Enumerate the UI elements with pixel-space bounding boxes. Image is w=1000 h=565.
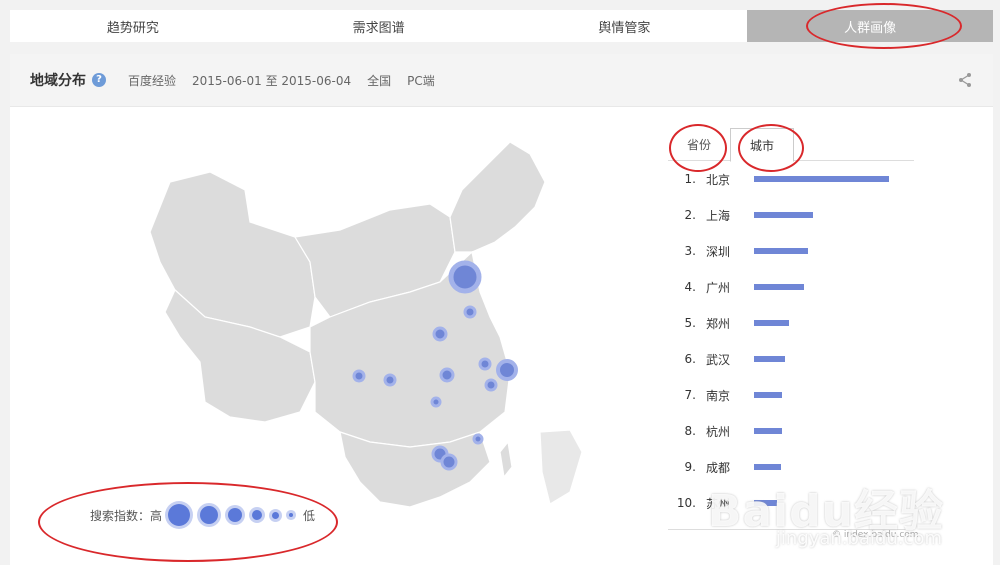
ranking-bar — [754, 356, 785, 362]
bubble-fuzhou — [472, 433, 484, 445]
legend-label: 搜索指数：高 — [90, 508, 163, 523]
city-name: 北京 — [706, 172, 731, 187]
tab-sentiment[interactable]: 舆情管家 — [502, 10, 748, 42]
ranking-row[interactable]: 4. 广州 — [668, 269, 914, 305]
top-nav: 趋势研究 需求图谱 舆情管家 人群画像 — [10, 10, 993, 42]
ranking-bar — [754, 392, 782, 398]
map-region-taiwan — [499, 440, 513, 479]
device-label: PC端 — [407, 73, 435, 88]
city-ranking-list: 1. 北京 2. 上海 3. 深圳 4. 广州 5. 郑州 6. 武汉 7. 南京 8. 杭州 9. 成都 10. 苏… — [668, 161, 914, 521]
city-name: 上海 — [706, 208, 731, 223]
rank-number: 2. — [684, 208, 696, 222]
tab-audience-profile[interactable]: 人群画像 — [747, 10, 993, 42]
rank-number: 10. — [676, 496, 696, 510]
date-range: 2015-06-01 至 2015-06-04 — [192, 73, 352, 88]
bubble-jinan — [463, 305, 477, 319]
rank-number: 8. — [684, 424, 696, 438]
bubble-wuhan — [439, 367, 455, 383]
tab-province[interactable]: 省份 — [668, 128, 730, 160]
bubble-shenzhen — [440, 453, 458, 471]
rank-number: 9. — [684, 460, 696, 474]
map-region-northeast — [449, 141, 546, 253]
ranking-bar — [754, 320, 789, 326]
city-name: 成都 — [706, 460, 731, 475]
rank-number: 3. — [684, 244, 696, 258]
legend-bubble — [200, 506, 219, 524]
ranking-row[interactable]: 1. 北京 — [668, 161, 914, 197]
rank-number: 6. — [684, 352, 696, 366]
legend-bubble — [228, 508, 243, 522]
china-map — [149, 141, 583, 508]
ranking-bar — [754, 428, 782, 434]
tab-city[interactable]: 城市 — [730, 128, 794, 162]
ranking-panel: 省份 城市 1. 北京 2. 上海 3. 深圳 4. 广州 5. 郑州 6. 武汉 7. 南京 8. 杭州 9.… — [668, 128, 914, 521]
ranking-bar — [754, 176, 889, 182]
legend-bubble — [168, 504, 191, 526]
ranking-bar — [754, 212, 813, 218]
map-inset — [539, 429, 583, 505]
bubble-shanghai — [496, 359, 518, 381]
ranking-row[interactable]: 3. 深圳 — [668, 233, 914, 269]
city-name: 广州 — [706, 280, 731, 295]
ranking-row[interactable]: 8. 杭州 — [668, 413, 914, 449]
city-name: 南京 — [706, 388, 731, 403]
city-name: 郑州 — [706, 316, 731, 331]
bubble-zhengzhou — [432, 326, 448, 342]
watermark-url: jingyan.baidu.com — [775, 528, 942, 549]
ranking-bar — [754, 464, 781, 470]
ranking-row[interactable]: 7. 南京 — [668, 377, 914, 413]
bubble-chongqing — [383, 373, 397, 387]
bubble-nanjing — [478, 357, 492, 371]
bubble-beijing — [448, 260, 482, 294]
legend-bubble — [289, 513, 294, 517]
ranking-row[interactable]: 2. 上海 — [668, 197, 914, 233]
share-icon[interactable] — [957, 72, 973, 88]
panel-header: 地域分布 ? 百度经验 2015-06-01 至 2015-06-04 全国 P… — [10, 54, 993, 107]
city-name: 杭州 — [706, 424, 731, 439]
rank-number: 1. — [684, 172, 696, 186]
ranking-row[interactable]: 5. 郑州 — [668, 305, 914, 341]
legend-bubble — [252, 510, 263, 520]
region-label: 全国 — [367, 73, 392, 88]
bubble-chengdu — [352, 369, 366, 383]
ranking-bar — [754, 248, 808, 254]
region-tabs: 省份 城市 — [668, 128, 914, 162]
ranking-row[interactable]: 6. 武汉 — [668, 341, 914, 377]
panel-title: 地域分布 — [30, 73, 86, 89]
tab-trend-research[interactable]: 趋势研究 — [10, 10, 256, 42]
city-name: 武汉 — [706, 352, 731, 367]
rank-number: 4. — [684, 280, 696, 294]
city-name: 深圳 — [706, 244, 731, 259]
bubble-hangzhou — [484, 378, 498, 392]
rank-number: 7. — [684, 388, 696, 402]
map-legend: 搜索指数：高 低 — [90, 504, 315, 526]
legend-low-label: 低 — [303, 508, 316, 523]
source-label: 百度经验 — [128, 73, 177, 88]
legend-bubble — [272, 511, 280, 519]
help-icon[interactable]: ? — [92, 73, 106, 87]
rank-number: 5. — [684, 316, 696, 330]
tab-demand-graph[interactable]: 需求图谱 — [256, 10, 502, 42]
ranking-bar — [754, 284, 804, 290]
bubble-changsha — [430, 396, 442, 408]
